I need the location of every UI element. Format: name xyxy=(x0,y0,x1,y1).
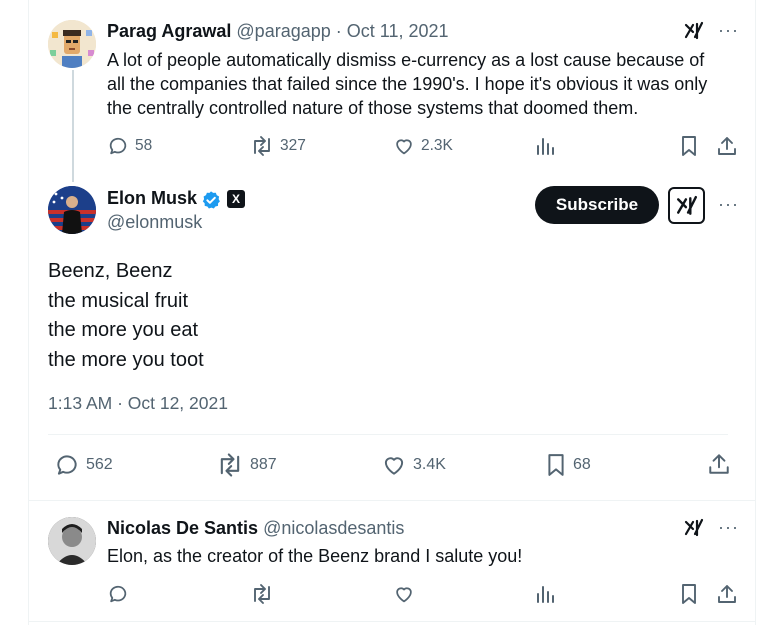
bookmark-button[interactable] xyxy=(679,583,699,605)
reply-icon xyxy=(57,455,77,475)
like-button[interactable]: 3.4K xyxy=(381,452,446,478)
grok-icon xyxy=(676,195,697,215)
avatar-parag[interactable] xyxy=(48,20,96,68)
views-button[interactable] xyxy=(535,584,555,604)
grok-icon[interactable] xyxy=(684,518,704,543)
tweet1-header: Parag Agrawal @paragapp · Oct 11, 2021 xyxy=(107,21,449,42)
reply-count: 58 xyxy=(135,137,153,154)
author-name[interactable]: Nicolas De Santis xyxy=(107,518,258,538)
share-button[interactable] xyxy=(716,135,738,157)
main-tweet-text: Beenz, Beenz the musical fruit the more … xyxy=(48,257,204,375)
tweet-date[interactable]: · Oct 11, 2021 xyxy=(336,21,449,41)
more-icon[interactable]: ··· xyxy=(718,194,739,215)
share-icon xyxy=(709,454,729,474)
bookmark-button[interactable] xyxy=(679,135,699,157)
views-icon xyxy=(537,138,554,155)
reply-icon xyxy=(109,585,127,603)
main-tweet-text-line: Beenz, Beenz xyxy=(48,260,173,282)
views-button[interactable] xyxy=(535,136,555,156)
author-name[interactable]: Parag Agrawal xyxy=(107,21,231,41)
avatar-elon[interactable] xyxy=(48,186,96,234)
share-icon xyxy=(718,585,736,603)
main-tweet-text-line: the more you eat xyxy=(48,319,199,341)
reply-text: Elon, as the creator of the Beenz brand … xyxy=(107,546,523,566)
repost-icon xyxy=(254,136,270,156)
reply-header: Nicolas De Santis @nicolasdesantis xyxy=(107,518,404,539)
thread-connector xyxy=(72,70,74,182)
author-name[interactable]: Elon Musk xyxy=(107,188,197,209)
main-tweet-text-line: the more you toot xyxy=(48,348,204,371)
tweet1-text: A lot of people automatically dismiss e-… xyxy=(107,48,707,120)
repost-count: 887 xyxy=(250,456,277,473)
like-count: 3.4K xyxy=(413,456,446,473)
bookmark-icon xyxy=(548,454,564,476)
tweet1-text-line: A lot of people automatically dismiss e-… xyxy=(107,50,705,70)
repost-icon xyxy=(254,584,270,604)
share-button[interactable] xyxy=(707,452,731,476)
verified-badge-icon xyxy=(201,190,221,215)
divider xyxy=(28,500,756,501)
grok-icon[interactable] xyxy=(684,21,704,46)
repost-button[interactable]: 327 xyxy=(250,135,306,157)
divider xyxy=(28,621,756,622)
like-button[interactable]: 2.3K xyxy=(393,135,453,157)
author-handle[interactable]: @elonmusk xyxy=(107,212,202,233)
author-handle[interactable]: @nicolasdesantis xyxy=(263,518,404,538)
tweet1-text-line: the centrally controlled nature of those… xyxy=(107,98,639,118)
tweet-timestamp[interactable]: 1:13 AM · Oct 12, 2021 xyxy=(48,393,228,414)
bookmark-button[interactable]: 68 xyxy=(545,452,591,478)
repost-button[interactable] xyxy=(250,583,274,605)
like-button[interactable] xyxy=(393,583,415,605)
reply-button[interactable] xyxy=(107,583,129,605)
author-handle[interactable]: @paragapp xyxy=(236,21,330,41)
repost-button[interactable]: 887 xyxy=(216,452,277,478)
bookmark-count: 68 xyxy=(573,456,591,473)
bookmark-icon xyxy=(682,136,696,156)
views-icon xyxy=(537,586,554,603)
share-icon xyxy=(718,137,736,155)
repost-icon xyxy=(220,453,240,477)
avatar-nicolas[interactable] xyxy=(48,517,96,565)
reply-count: 562 xyxy=(86,456,113,473)
affiliate-x-badge: X xyxy=(227,190,245,208)
bookmark-icon xyxy=(682,584,696,604)
reply-button[interactable]: 58 xyxy=(107,135,152,157)
repost-count: 327 xyxy=(280,137,306,154)
main-tweet-text-line: the musical fruit xyxy=(48,289,189,312)
like-icon xyxy=(396,139,412,155)
reply-button[interactable]: 562 xyxy=(54,452,113,478)
grok-button[interactable] xyxy=(668,187,705,224)
tweet1-text-line: all the companies that failed since the … xyxy=(107,74,708,94)
subscribe-button[interactable]: Subscribe xyxy=(535,186,659,224)
divider xyxy=(48,434,728,435)
share-button[interactable] xyxy=(716,583,738,605)
more-icon[interactable]: ··· xyxy=(718,517,739,538)
like-count: 2.3K xyxy=(421,137,453,154)
reply-icon xyxy=(109,137,127,155)
like-icon xyxy=(384,457,404,475)
like-icon xyxy=(396,587,412,603)
more-icon[interactable]: ··· xyxy=(718,20,739,41)
